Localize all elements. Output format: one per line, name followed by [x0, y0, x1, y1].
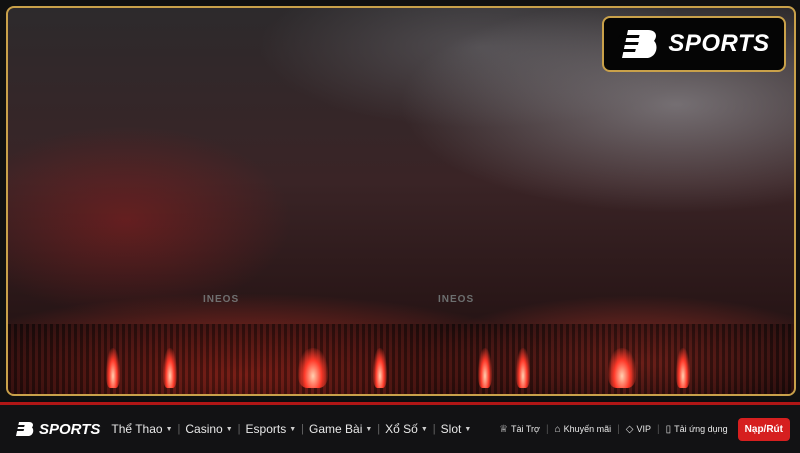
menu-item-casino[interactable]: Casino ▼	[180, 422, 237, 436]
menu-item-the-thao[interactable]: Thể Thao ▼	[106, 422, 177, 436]
util-label: Tài Trợ	[511, 424, 540, 434]
menu-label: Esports	[245, 422, 287, 436]
divider: |	[617, 423, 620, 435]
link-vip[interactable]: ◇ VIP	[624, 424, 653, 435]
divider: |	[545, 423, 549, 435]
divider: |	[656, 423, 660, 435]
nav-wordmark: SPORTS	[39, 420, 101, 438]
phone-icon: ▯	[665, 423, 672, 435]
menu-item-slot[interactable]: Slot ▼	[436, 422, 477, 436]
menu-item-xo-so[interactable]: Xổ Số ▼	[380, 422, 433, 436]
menu-label: Thể Thao	[111, 422, 163, 436]
b-logo-icon	[618, 26, 662, 62]
flare	[298, 348, 328, 388]
link-khuyen-mai[interactable]: ⌂ Khuyến mãi	[553, 424, 614, 435]
flare	[106, 348, 120, 388]
caret-down-icon: ▼	[225, 425, 233, 433]
caret-down-icon: ▼	[464, 425, 472, 433]
flare	[373, 348, 387, 388]
flare	[676, 348, 690, 388]
flare	[516, 348, 530, 388]
caret-down-icon: ▼	[365, 425, 373, 433]
link-tai-ung-dung[interactable]: ▯ Tải ứng dụng	[664, 424, 730, 435]
flare	[608, 348, 636, 388]
menu-label: Xổ Số	[385, 422, 418, 436]
tag-icon: ⌂	[554, 423, 561, 435]
util-label: Khuyến mãi	[563, 424, 612, 434]
menu-item-esports[interactable]: Esports ▼	[241, 422, 302, 436]
brand-logo-badge: SPORTS	[602, 16, 786, 72]
util-label: Tải ứng dụng	[674, 424, 728, 434]
bottom-navbar: SPORTS Thể Thao ▼ | Casino ▼ | Esports ▼ | …	[0, 402, 800, 453]
caret-down-icon: ▼	[165, 425, 173, 433]
flare	[163, 348, 177, 388]
b-logo-icon	[14, 422, 34, 436]
util-label: VIP	[636, 424, 651, 434]
menu-label: Casino	[185, 422, 223, 436]
main-menu: Thể Thao ▼ | Casino ▼ | Esports ▼ | Game Bà…	[106, 422, 476, 436]
link-tai-tro[interactable]: ♕ Tài Trợ	[497, 424, 542, 435]
flare	[478, 348, 492, 388]
diamond-icon: ◇	[625, 423, 634, 435]
hero-banner: INEOS INEOS SPORTS	[0, 0, 800, 400]
menu-label: Game Bài	[309, 422, 363, 436]
menu-label: Slot	[440, 422, 462, 436]
brand-wordmark: SPORTS	[668, 30, 770, 57]
nav-logo[interactable]: SPORTS	[14, 420, 100, 438]
stadium-signage: INEOS	[203, 294, 240, 305]
stadium-signage: INEOS	[438, 294, 475, 305]
deposit-withdraw-button[interactable]: Nạp/Rút	[737, 417, 790, 441]
caret-down-icon: ▼	[420, 425, 428, 433]
trophy-icon: ♕	[499, 423, 509, 435]
menu-item-game-bai[interactable]: Game Bài ▼	[304, 422, 377, 436]
caret-down-icon: ▼	[289, 425, 297, 433]
utility-links: ♕ Tài Trợ | ⌂ Khuyến mãi | ◇ VIP | ▯ Tải ứng…	[497, 417, 790, 441]
